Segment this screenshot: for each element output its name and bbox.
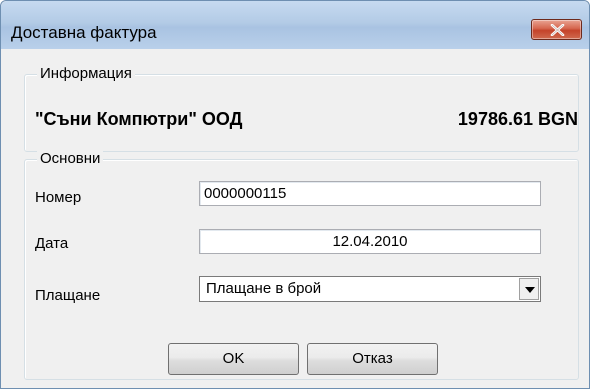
date-field[interactable]: 12.04.2010 <box>199 229 541 254</box>
ok-button[interactable]: OK <box>168 343 299 375</box>
payment-select-value: Плащане в брой <box>206 280 322 297</box>
cancel-button[interactable]: Отказ <box>307 343 438 375</box>
invoice-amount: 19786.61 BGN <box>457 109 578 129</box>
title-bar[interactable]: Доставна фактура <box>1 1 589 49</box>
close-button[interactable] <box>531 19 582 40</box>
number-field[interactable]: 0000000115 <box>199 181 541 206</box>
window-title: Доставна фактура <box>11 23 157 42</box>
payment-label: Плащане <box>35 287 101 304</box>
main-legend: Основни <box>37 150 104 167</box>
info-group: Информация "Съни Компютри" ООД 19786.61 … <box>24 65 579 152</box>
date-label: Дата <box>35 235 69 252</box>
payment-dropdown-button[interactable] <box>519 278 539 300</box>
main-group: Основни Номер 0000000115 Дата 12.04.2010… <box>24 150 579 380</box>
close-icon <box>550 24 565 36</box>
info-legend: Информация <box>37 65 135 82</box>
dialog-body: Информация "Съни Компютри" ООД 19786.61 … <box>10 50 582 381</box>
payment-select[interactable]: Плащане в брой <box>199 276 541 302</box>
dialog-window: Доставна фактура Информация "Съни Компют… <box>0 0 590 389</box>
company-name: "Съни Компютри" ООД <box>35 109 243 129</box>
number-label: Номер <box>35 189 82 206</box>
chevron-down-icon <box>525 287 535 293</box>
